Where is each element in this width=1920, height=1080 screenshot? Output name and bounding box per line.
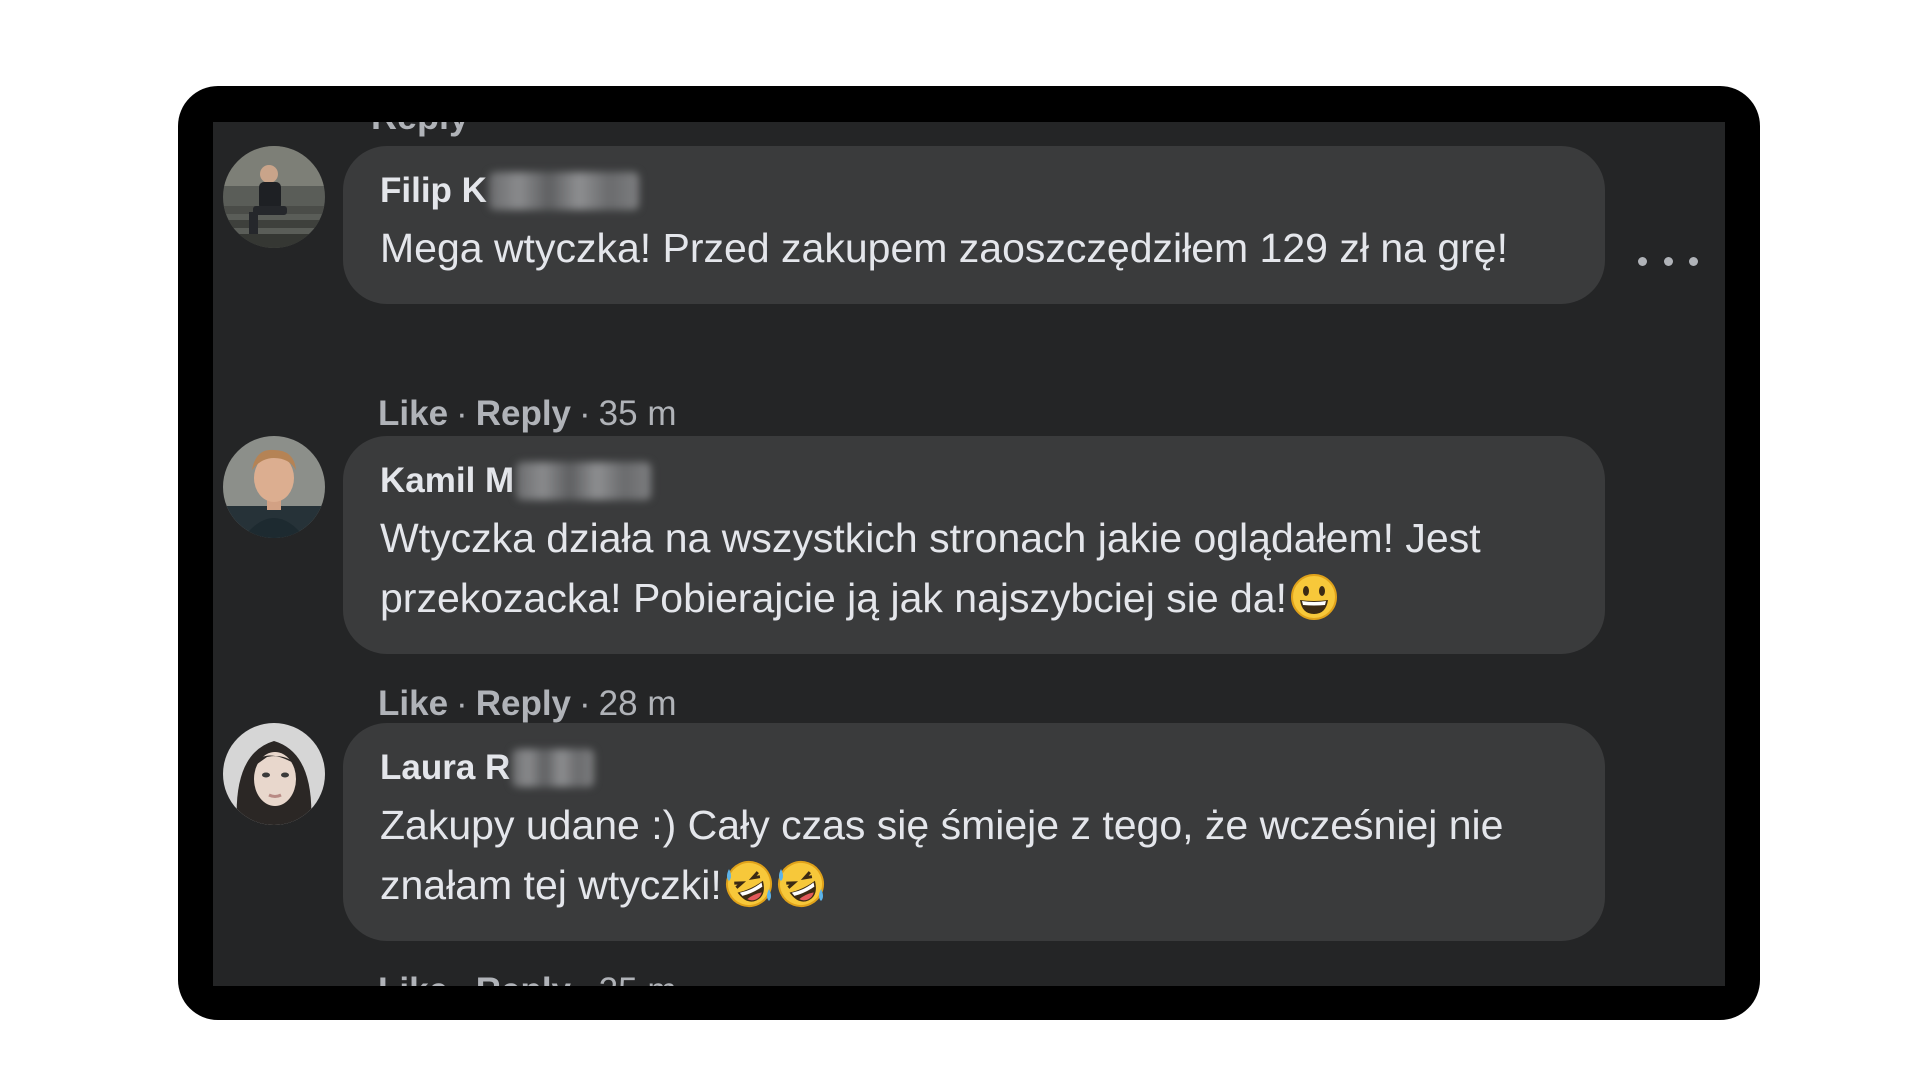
reply-link[interactable]: Reply xyxy=(476,394,571,433)
comment-text-content: Zakupy udane :) Cały czas się śmieje z t… xyxy=(380,802,1504,908)
more-horizontal-icon xyxy=(1638,256,1647,266)
comment-bubble: Kamil M Wtyczka działa na wszystkich str… xyxy=(343,436,1605,654)
comment-actions: Like · Reply · 25 m xyxy=(378,971,676,986)
separator: · xyxy=(579,971,591,986)
author-row: Laura R xyxy=(380,745,1569,791)
comment-text-content: Mega wtyczka! Przed zakupem zaoszczędził… xyxy=(380,225,1509,271)
redacted-surname-blur xyxy=(516,462,652,500)
comment-text: Zakupy udane :) Cały czas się śmieje z t… xyxy=(380,795,1569,915)
more-horizontal-icon xyxy=(1663,256,1673,266)
comment-text: Wtyczka działa na wszystkich stronach ja… xyxy=(380,508,1569,628)
rolling-on-floor-laughing-emoji xyxy=(777,861,824,907)
separator: · xyxy=(456,394,468,433)
reply-link[interactable]: Reply xyxy=(476,971,571,986)
comments-panel: Reply Filip K xyxy=(213,122,1725,986)
avatar[interactable] xyxy=(223,146,325,248)
comment-actions: Like · Reply · 35 m xyxy=(378,394,676,434)
comment-text: Mega wtyczka! Przed zakupem zaoszczędził… xyxy=(380,218,1569,278)
rolling-on-floor-laughing-emoji xyxy=(725,861,772,907)
comment-bubble: Filip K Mega wtyczka! Przed zakupem zaos… xyxy=(343,146,1605,304)
like-link[interactable]: Like xyxy=(378,684,448,723)
previous-comment-actions-cutoff: Reply xyxy=(371,122,469,138)
comment-author[interactable]: Kamil M xyxy=(380,461,514,501)
comment-bubble: Laura R Zakupy udane :) Cały czas się śm… xyxy=(343,723,1605,941)
separator: · xyxy=(456,684,468,723)
comment-author[interactable]: Laura R xyxy=(380,748,510,788)
comment-timestamp[interactable]: 25 m xyxy=(599,971,677,986)
screenshot-frame: Reply Filip K xyxy=(178,86,1760,1020)
separator: · xyxy=(579,684,591,723)
comment-timestamp[interactable]: 28 m xyxy=(599,684,677,723)
separator: · xyxy=(579,394,591,433)
avatar[interactable] xyxy=(223,436,325,538)
like-link[interactable]: Like xyxy=(378,971,448,986)
redacted-surname-blur xyxy=(488,172,639,210)
like-link[interactable]: Like xyxy=(378,394,448,433)
more-horizontal-icon xyxy=(1689,256,1698,266)
comment-timestamp[interactable]: 35 m xyxy=(599,394,677,433)
avatar[interactable] xyxy=(223,723,325,825)
comment-actions: Like · Reply · 28 m xyxy=(378,684,676,724)
author-row: Kamil M xyxy=(380,458,1569,504)
grinning-face-emoji xyxy=(1291,574,1338,620)
separator: · xyxy=(456,971,468,986)
author-row: Filip K xyxy=(380,168,1569,214)
comment-author[interactable]: Filip K xyxy=(380,171,487,211)
redacted-surname-blur xyxy=(512,749,595,787)
reply-link[interactable]: Reply xyxy=(476,684,571,723)
more-options-button[interactable] xyxy=(1638,246,1698,276)
